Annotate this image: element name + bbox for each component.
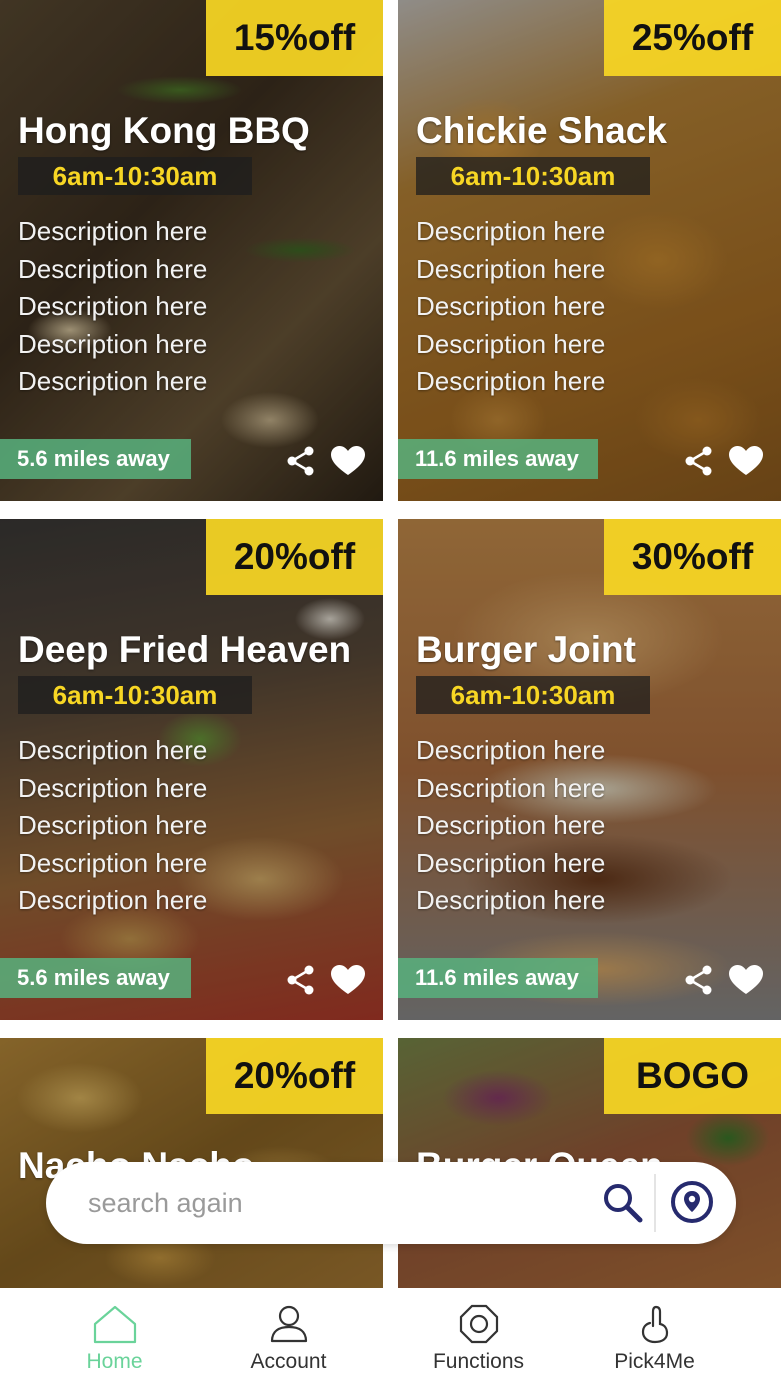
- location-pin-icon[interactable]: [668, 1178, 716, 1226]
- app-screen: 15%off Hong Kong BBQ 6am-10:30am Descrip…: [0, 0, 781, 1389]
- description-line: Description here: [18, 253, 208, 284]
- description-line: Description here: [416, 810, 606, 840]
- tab-label: Account: [250, 1350, 327, 1373]
- description-line: Description here: [416, 216, 606, 246]
- tab-home[interactable]: Home: [17, 1288, 212, 1389]
- tab-label: Home: [86, 1350, 143, 1373]
- divider: [654, 1174, 656, 1232]
- description-line: Description here: [18, 847, 208, 878]
- user-icon: [270, 1305, 307, 1343]
- restaurant-card[interactable]: 20%off Deep Fried Heaven 6am-10:30am Des…: [0, 519, 383, 1020]
- description-line: Description here: [18, 216, 208, 246]
- hand-icon: [641, 1305, 668, 1344]
- description-line: Description here: [416, 291, 606, 321]
- tab-functions[interactable]: Functions: [381, 1288, 576, 1389]
- deal-badge: BOGO: [604, 1038, 781, 1114]
- distance-badge: 11.6 miles away: [398, 958, 598, 998]
- tab-account[interactable]: Account: [191, 1288, 386, 1389]
- deal-grid: 15%off Hong Kong BBQ 6am-10:30am Descrip…: [0, 0, 781, 1288]
- hours-badge: 6am-10:30am: [416, 157, 650, 195]
- description-line: Description here: [416, 253, 606, 284]
- description-line: Description here: [416, 772, 606, 803]
- description: Description here Description here Descri…: [18, 213, 207, 401]
- description: Description here Description here Descri…: [416, 213, 605, 401]
- hours-badge: 6am-10:30am: [18, 157, 252, 195]
- search-input[interactable]: [88, 1180, 568, 1226]
- description: Description here Description here Descri…: [18, 732, 207, 920]
- distance-badge: 5.6 miles away: [0, 439, 191, 479]
- search-icon[interactable]: [600, 1180, 646, 1226]
- tab-label: Functions: [432, 1350, 525, 1373]
- description-line: Description here: [416, 328, 606, 359]
- description-line: Description here: [18, 885, 208, 915]
- description: Description here Description here Descri…: [416, 732, 605, 920]
- restaurant-name: Burger Joint: [416, 629, 636, 670]
- description-line: Description here: [416, 735, 606, 765]
- hours-badge: 6am-10:30am: [416, 676, 650, 714]
- share-icon[interactable]: [285, 964, 317, 996]
- description-line: Description here: [18, 366, 208, 396]
- share-icon[interactable]: [683, 445, 715, 477]
- restaurant-card[interactable]: 15%off Hong Kong BBQ 6am-10:30am Descrip…: [0, 0, 383, 501]
- deal-badge: 15%off: [206, 0, 383, 76]
- restaurant-name: Deep Fried Heaven: [18, 629, 352, 670]
- search-bar: [46, 1162, 736, 1244]
- description-line: Description here: [416, 885, 606, 915]
- heart-icon[interactable]: [331, 965, 365, 995]
- deal-badge: 30%off: [604, 519, 781, 595]
- deal-badge: 20%off: [206, 1038, 383, 1114]
- restaurant-name: Chickie Shack: [416, 110, 667, 151]
- restaurant-card[interactable]: 25%off Chickie Shack 6am-10:30am Descrip…: [398, 0, 781, 501]
- heart-icon[interactable]: [729, 446, 763, 476]
- distance-badge: 5.6 miles away: [0, 958, 191, 998]
- description-line: Description here: [18, 772, 208, 803]
- tab-pick4me[interactable]: Pick4Me: [557, 1288, 752, 1389]
- distance-badge: 11.6 miles away: [398, 439, 598, 479]
- description-line: Description here: [18, 810, 208, 840]
- description-line: Description here: [18, 735, 208, 765]
- heart-icon[interactable]: [331, 446, 365, 476]
- tab-label: Pick4Me: [614, 1350, 695, 1373]
- description-line: Description here: [18, 291, 208, 321]
- hours-badge: 6am-10:30am: [18, 676, 252, 714]
- description-line: Description here: [416, 847, 606, 878]
- deal-badge: 20%off: [206, 519, 383, 595]
- octagon-icon: [459, 1304, 498, 1344]
- description-line: Description here: [18, 328, 208, 359]
- description-line: Description here: [416, 366, 606, 396]
- heart-icon[interactable]: [729, 965, 763, 995]
- bottom-tab-bar: Home Account Functions Pick4Me: [0, 1288, 781, 1389]
- home-icon: [93, 1305, 136, 1344]
- restaurant-name: Hong Kong BBQ: [18, 110, 310, 151]
- restaurant-card[interactable]: 30%off Burger Joint 6am-10:30am Descript…: [398, 519, 781, 1020]
- deal-badge: 25%off: [604, 0, 781, 76]
- share-icon[interactable]: [285, 445, 317, 477]
- share-icon[interactable]: [683, 964, 715, 996]
